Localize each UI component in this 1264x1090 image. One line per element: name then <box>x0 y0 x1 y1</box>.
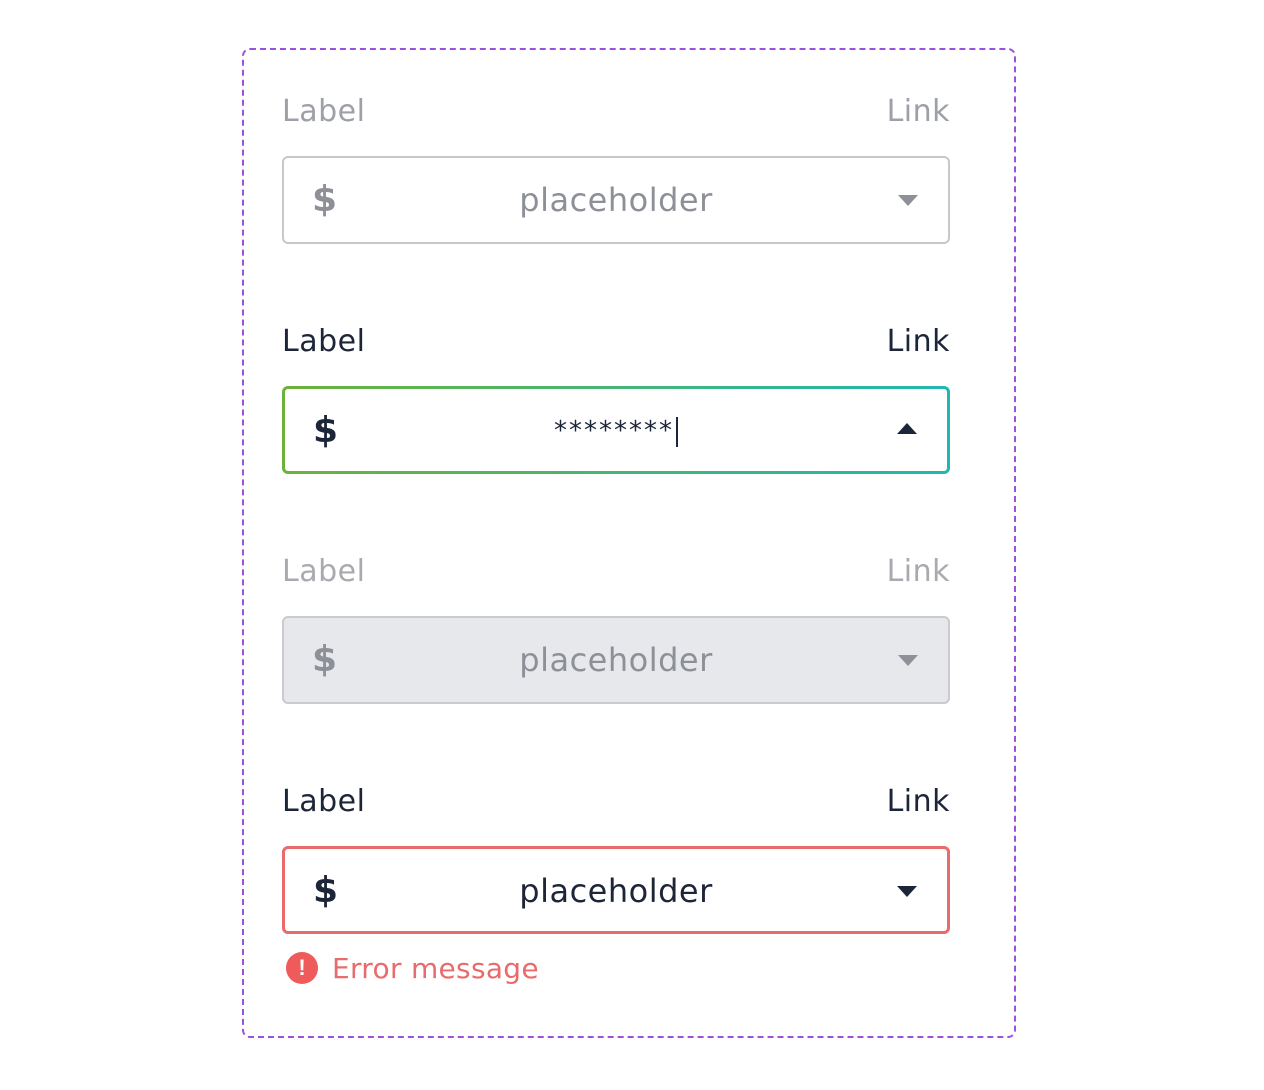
select-field-default: Label Link $ placeholder <box>282 92 950 244</box>
field-link[interactable]: Link <box>887 782 950 822</box>
select-input[interactable]: $ placeholder <box>282 156 950 244</box>
select-field-error: Label Link $ placeholder ! Error message <box>282 782 950 985</box>
error-alert-icon: ! <box>286 952 318 984</box>
select-placeholder: placeholder <box>519 181 713 219</box>
select-input[interactable]: $ ******** <box>282 386 950 474</box>
text-cursor <box>676 416 678 447</box>
field-link[interactable]: Link <box>887 92 950 132</box>
caret-down-icon[interactable] <box>898 195 918 206</box>
dollar-icon: $ <box>313 410 339 451</box>
dollar-icon: $ <box>313 870 339 911</box>
error-message: Error message <box>332 951 539 985</box>
field-header: Label Link <box>282 92 950 132</box>
field-link: Link <box>886 554 950 589</box>
field-header: Label Link <box>282 322 950 362</box>
select-placeholder: placeholder <box>519 872 713 910</box>
select-placeholder: placeholder <box>519 641 713 679</box>
field-label: Label <box>282 94 366 129</box>
field-label: Label <box>282 324 366 359</box>
select-field-focused: Label Link $ ******** <box>282 322 950 471</box>
field-label: Label <box>282 784 366 819</box>
select-value: ******** <box>345 389 887 473</box>
error-row: ! Error message <box>286 950 539 986</box>
select-input[interactable]: $ placeholder <box>282 846 950 934</box>
field-header: Label Link <box>282 782 950 822</box>
caret-down-icon <box>898 655 918 666</box>
field-link[interactable]: Link <box>887 322 950 362</box>
caret-up-icon[interactable] <box>897 423 917 434</box>
masked-value: ******** <box>554 416 674 446</box>
dollar-icon: $ <box>312 179 338 220</box>
select-input: $ placeholder <box>282 616 950 704</box>
dollar-icon: $ <box>312 639 338 680</box>
select-field-disabled: Label Link $ placeholder <box>282 552 950 704</box>
field-header: Label Link <box>282 552 950 592</box>
field-label: Label <box>282 554 366 589</box>
caret-down-icon[interactable] <box>897 886 917 897</box>
